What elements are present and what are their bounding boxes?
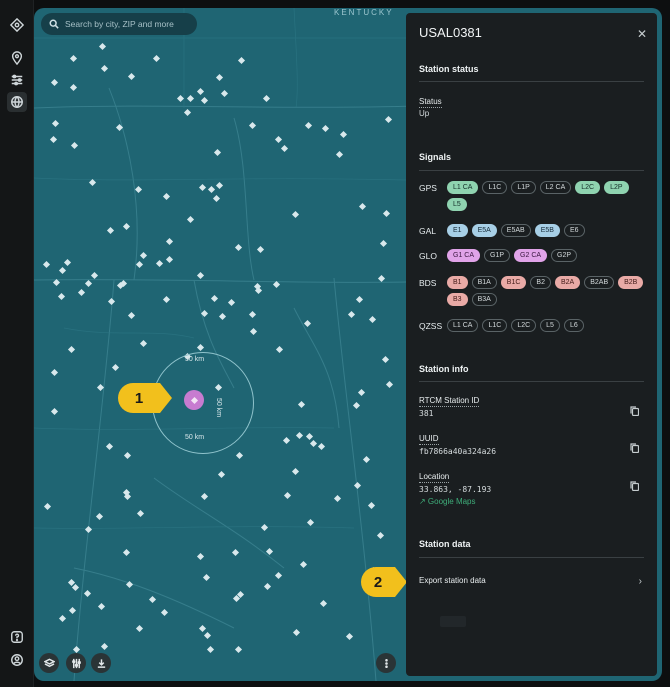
signal-chip: L2C [511, 319, 537, 332]
filter-sliders-icon[interactable] [7, 70, 27, 90]
signal-chips: G1 CA G1P G2 CA G2P [447, 249, 647, 262]
location-pin-icon[interactable] [7, 48, 27, 68]
signal-name: GAL [419, 226, 437, 236]
more-vertical-icon [384, 658, 388, 668]
google-maps-link[interactable]: ↗ Google Maps [419, 497, 476, 506]
left-rail [0, 0, 34, 687]
layers-button[interactable] [39, 653, 59, 673]
signal-chip: L2P [604, 181, 629, 194]
signal-chip: B2 [530, 276, 551, 289]
signal-chip: G2P [551, 249, 578, 262]
signal-name: BDS [419, 278, 437, 288]
signal-chips: E1 E5A E5AB E5B E6 [447, 224, 647, 237]
selected-station-marker[interactable] [184, 390, 204, 410]
account-icon[interactable] [7, 650, 27, 670]
divider [419, 81, 644, 82]
signal-chip: L1 CA [447, 181, 479, 194]
location-label: Location [419, 472, 450, 483]
signal-chip: L2 CA [539, 181, 572, 194]
signal-name: QZSS [419, 321, 443, 331]
status-value: Up [419, 109, 430, 118]
signal-chips: L1 CA L1C L1P L2 CA L2C L2P L5 [447, 181, 647, 211]
panel-placeholder [440, 616, 466, 627]
signals-heading: Signals [419, 152, 452, 162]
globe-icon[interactable] [7, 92, 27, 112]
divider [419, 170, 644, 171]
signal-chip: B1C [500, 276, 527, 289]
signal-chip: L1C [482, 181, 508, 194]
signal-chips: B1 B1A B1C B2 B2A B2AB B2B B3 B3A [447, 276, 647, 306]
rtcm-station-id-label: RTCM Station ID [419, 396, 480, 407]
divider [419, 557, 644, 558]
more-options-button[interactable] [376, 653, 396, 673]
signal-chip: L1 CA [447, 319, 479, 332]
copy-icon[interactable] [630, 403, 640, 417]
station-data-heading: Station data [419, 539, 471, 549]
signal-chip: E1 [447, 224, 468, 237]
signal-name: GPS [419, 183, 437, 193]
map-filter-button[interactable] [66, 653, 86, 673]
close-icon[interactable]: ✕ [637, 27, 647, 41]
signal-chip: L2C [575, 181, 601, 194]
search-input[interactable] [65, 19, 195, 29]
signal-chip: B1A [471, 276, 497, 289]
signal-chip: B3A [471, 293, 497, 306]
uuid-label: UUID [419, 434, 439, 445]
copy-icon[interactable] [630, 478, 640, 492]
export-label: Export station data [419, 576, 486, 585]
signal-chip: B2AB [584, 276, 615, 289]
state-label: KENTUCKY [334, 8, 394, 17]
radius-label-top: 50 km [185, 356, 205, 363]
radius-label-bottom: 50 km [185, 434, 205, 441]
signal-chips: L1 CA L1C L2C L5 L6 [447, 319, 647, 332]
help-icon[interactable] [7, 627, 27, 647]
copy-icon[interactable] [630, 440, 640, 454]
signal-name: GLO [419, 251, 437, 261]
callout-1: 1 [118, 383, 172, 413]
location-value: 33.863, -87.193 [419, 485, 492, 494]
signal-chip: E5B [534, 224, 560, 237]
chevron-right-icon: › [638, 576, 642, 587]
station-status-heading: Station status [419, 64, 479, 74]
layers-icon [43, 658, 55, 667]
signal-chip: B1 [447, 276, 468, 289]
status-label: Status [419, 97, 442, 108]
export-station-data-button[interactable]: Export station data › [419, 576, 644, 590]
signal-chip: B2B [618, 276, 644, 289]
download-button[interactable] [91, 653, 111, 673]
radius-label-side: 50 km [215, 398, 222, 418]
sliders-icon [71, 658, 81, 668]
signal-chip: L1P [511, 181, 536, 194]
station-info-heading: Station info [419, 364, 469, 374]
signal-chip: G1P [484, 249, 511, 262]
download-icon [97, 658, 105, 668]
rtcm-station-id-value: 381 [419, 409, 434, 418]
signal-chip: G1 CA [447, 249, 481, 262]
signal-chip: B3 [447, 293, 468, 306]
signal-chip: E5A [471, 224, 497, 237]
signal-chip: L6 [563, 319, 584, 332]
signal-chip: L5 [540, 319, 560, 332]
signal-chip: G2 CA [514, 249, 548, 262]
signal-chip: E5AB [500, 224, 531, 237]
logo-icon[interactable] [7, 15, 27, 35]
search-bar[interactable] [41, 13, 197, 35]
uuid-value: fb7866a40a324a26 [419, 447, 497, 456]
station-title: USAL0381 [419, 25, 482, 40]
divider [419, 381, 644, 382]
signal-chip: L1C [482, 319, 508, 332]
search-icon [49, 19, 59, 29]
callout-2: 2 [361, 567, 407, 597]
station-details-panel: USAL0381 ✕ Station status Status Up Sign… [406, 13, 657, 676]
signal-chip: B2A [554, 276, 581, 289]
signal-chip: E6 [563, 224, 585, 237]
signal-chip: L5 [447, 198, 467, 211]
